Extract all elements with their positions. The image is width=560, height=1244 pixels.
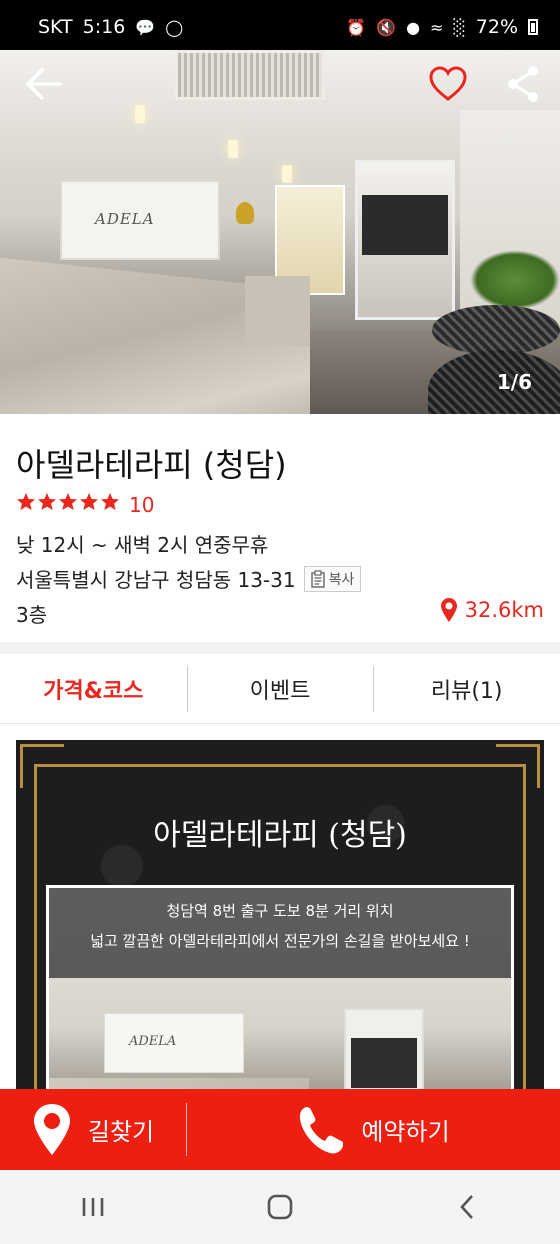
floor-info: 3층 (16, 603, 48, 627)
talk-icon: 💬 (135, 17, 156, 37)
signal-icon: ░ (453, 17, 466, 37)
share-icon (508, 66, 538, 102)
favorite-button[interactable] (428, 64, 468, 104)
photo-logo-text: ADELA (95, 210, 155, 228)
promo-caption-line2: 넓고 깔끔한 아델라테라피에서 전문가의 손길을 받아보세요 ! (90, 932, 470, 950)
star-icon (59, 493, 77, 510)
star-icon (80, 493, 98, 510)
shop-photo-carousel[interactable]: ADELA (0, 50, 560, 414)
chevron-left-icon (459, 1195, 473, 1219)
photo-vase (236, 202, 254, 224)
promo-title: 아델라테라피 (청담) (153, 818, 407, 853)
book-label: 예약하기 (361, 1118, 450, 1146)
map-pin-icon (33, 1103, 70, 1155)
book-button[interactable]: 예약하기 (187, 1089, 560, 1170)
shop-name: 아델라테라피 (청담) (16, 446, 287, 484)
system-back-button[interactable] (427, 1177, 507, 1237)
home-icon (267, 1194, 293, 1220)
mute-icon: 🔇 (376, 17, 397, 37)
promo-caption: 청담역 8번 출구 도보 8분 거리 위치 넓고 깔끔한 아델라테라피에서 전문… (49, 888, 511, 978)
address-row: 서울특별시 강남구 청담동 13-31 복사 (16, 564, 362, 593)
location-pin-icon (440, 598, 457, 622)
section-divider (0, 642, 560, 654)
copy-label: 복사 (328, 571, 355, 588)
share-button[interactable] (505, 64, 541, 104)
image-counter: 1/6 (496, 370, 532, 394)
promo-caption-line1: 청담역 8번 출구 도보 8분 거리 위치 (166, 902, 394, 920)
carrier-label: SKT (38, 16, 73, 38)
address-text: 서울특별시 강남구 청담동 13-31 (16, 568, 296, 592)
rating-stars (16, 492, 121, 517)
battery-percent: 72% (475, 16, 518, 38)
clipboard-icon (310, 569, 325, 588)
distance-button[interactable]: 32.6km (439, 597, 544, 623)
location-icon: ● (406, 17, 421, 37)
photo-lamp (135, 105, 145, 123)
phone-icon (300, 1106, 344, 1153)
photo-lamp (228, 140, 238, 158)
directions-button[interactable]: 길찾기 (0, 1089, 186, 1170)
distance-text: 32.6km (464, 598, 544, 622)
frame-corner (496, 744, 540, 788)
action-bar: 길찾기 예약하기 (0, 1089, 560, 1170)
photo-counter-side (245, 276, 310, 346)
heart-icon (429, 66, 467, 101)
shop-info: 아델라테라피 (청담) 10 낮 12시 ~ 새벽 2시 연중무휴 서울특별시 … (0, 414, 560, 642)
photo-mirror (351, 1038, 417, 1088)
recents-icon (83, 1198, 104, 1216)
photo-logo-text: ADELA (129, 1034, 177, 1049)
frame-corner (20, 744, 64, 788)
photo-chair (432, 305, 560, 355)
status-bar: SKT 5:16 💬 ◯ ⏰ 🔇 ● ≈ ░ 72% (0, 0, 560, 50)
system-nav-bar (0, 1170, 560, 1244)
tab-price-course[interactable]: 가격&코스 (0, 654, 187, 723)
recents-button[interactable] (53, 1177, 133, 1237)
business-hours: 낮 12시 ~ 새벽 2시 연중무휴 (16, 533, 269, 557)
rating: 10 (16, 492, 154, 517)
alarm-icon: ⏰ (346, 17, 367, 37)
battery-icon (528, 19, 538, 35)
rating-count: 10 (129, 492, 155, 517)
directions-label: 길찾기 (87, 1118, 155, 1146)
star-icon (38, 493, 56, 510)
photo-lamp (282, 165, 292, 183)
clock: 5:16 (82, 16, 126, 38)
tab-event[interactable]: 이벤트 (186, 654, 374, 723)
back-arrow-icon (26, 68, 62, 100)
home-button[interactable] (240, 1177, 320, 1237)
back-button[interactable] (22, 62, 66, 106)
instagram-icon: ◯ (165, 17, 184, 37)
wifi-icon: ≈ (430, 17, 444, 37)
tab-review[interactable]: 리뷰(1) (373, 654, 560, 723)
star-icon (17, 493, 35, 510)
detail-tabs: 가격&코스 이벤트 리뷰(1) (0, 654, 560, 724)
copy-address-button[interactable]: 복사 (303, 565, 362, 592)
star-icon (101, 493, 119, 510)
photo-plant (470, 250, 560, 310)
photo-mirror (362, 195, 448, 255)
photo-vent (175, 50, 325, 100)
screen: SKT 5:16 💬 ◯ ⏰ 🔇 ● ≈ ░ 72% ADELA 1/6 아델라… (0, 0, 560, 1244)
